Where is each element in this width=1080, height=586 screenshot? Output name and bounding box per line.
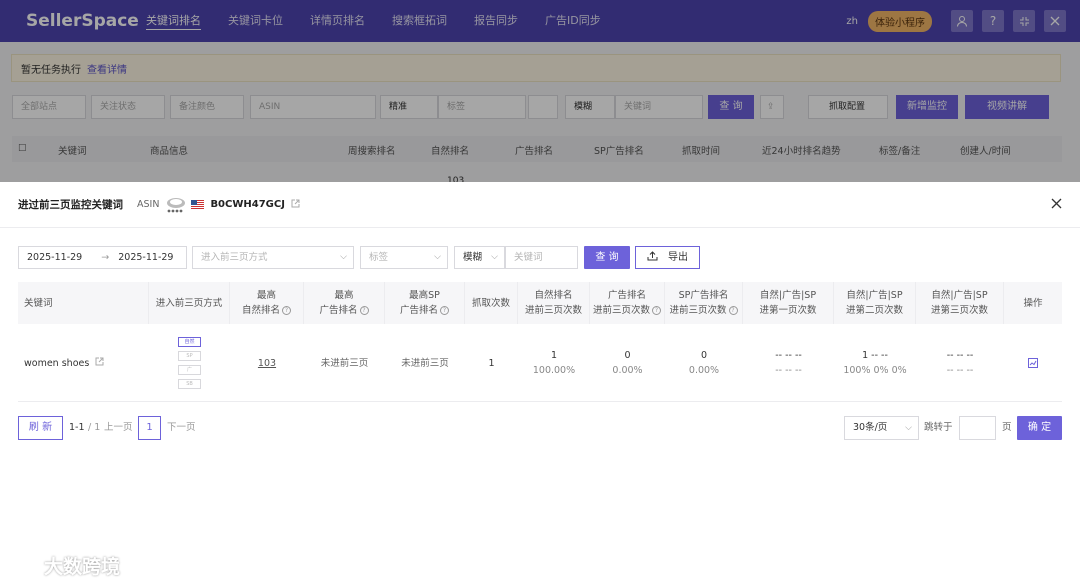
page-unit: 页	[1002, 422, 1012, 433]
best-sp-cell: 未进前三页	[401, 357, 449, 369]
next-page-button[interactable]: 下一页	[167, 416, 196, 440]
current-page-button[interactable]: 1	[138, 416, 161, 440]
col-sp-top3: SP广告排名 进前三页次数?	[665, 282, 743, 324]
col-ad-top3: 广告排名 进前三页次数?	[590, 282, 665, 324]
tag-placeholder: 标签	[369, 252, 389, 263]
external-link-icon[interactable]	[95, 357, 104, 366]
product-thumbnail	[167, 197, 186, 212]
crawl-count-cell: 1	[488, 357, 495, 369]
drawer-filter-bar: 2025-11-29 → 2025-11-29 进入前三页方式 ⌵ 标签 ⌵ 模…	[18, 246, 1068, 270]
drawer-match-select[interactable]: 模糊 ⌵	[454, 246, 505, 269]
tag-sb: SB	[178, 379, 201, 389]
ad-top3-cell: 0 0.00%	[612, 350, 643, 376]
tag-ad: 广	[178, 365, 201, 375]
actions-cell	[1004, 324, 1062, 402]
col-crawl-count: 抓取次数	[465, 282, 518, 324]
jump-label: 跳转于	[924, 422, 953, 433]
drawer-title: 进过前三页监控关键词	[18, 199, 123, 211]
upload-icon	[647, 251, 658, 261]
col-actions: 操作	[1023, 297, 1043, 309]
col-entry-method: 进入前三页方式	[149, 282, 230, 324]
page-range: 1-1	[69, 422, 85, 433]
chevron-down-icon: ⌵	[905, 423, 912, 433]
refresh-button[interactable]: 刷 新	[18, 416, 63, 440]
page3-cell: -- -- -- -- -- --	[946, 350, 974, 376]
export-label: 导出	[668, 252, 688, 263]
keyword-cell: women shoes	[18, 324, 149, 402]
date-range-picker[interactable]: 2025-11-29 → 2025-11-29	[18, 246, 187, 269]
trend-chart-icon[interactable]	[1028, 358, 1038, 368]
watermark: 大数跨境	[8, 552, 120, 579]
col-keyword: 关键词	[18, 282, 149, 324]
natural-top3-cell: 1 100.00%	[532, 350, 576, 376]
chevron-down-icon: ⌵	[434, 252, 441, 262]
col-best-natural: 最高 自然排名?	[230, 282, 304, 324]
keyword-text[interactable]: women shoes	[24, 358, 89, 369]
watermark-text: 大数跨境	[44, 556, 121, 578]
entry-method-cell: 自然 SP 广 SB	[149, 324, 230, 402]
col-best-sp: 最高SP 广告排名?	[385, 282, 465, 324]
help-icon: ?	[282, 306, 291, 315]
col-best-ad: 最高 广告排名?	[304, 282, 385, 324]
keyword-monitor-drawer: 进过前三页监控关键词 ASIN B0CWH47GCJ 2025-11-29 → …	[0, 182, 1080, 586]
chevron-down-icon: ⌵	[340, 252, 347, 262]
tag-natural: 自然	[178, 337, 201, 347]
entry-method-select[interactable]: 进入前三页方式 ⌵	[192, 246, 354, 269]
drawer-header: 进过前三页监控关键词 ASIN B0CWH47GCJ	[0, 182, 1080, 228]
date-end: 2025-11-29	[118, 252, 174, 263]
help-icon: ?	[652, 306, 661, 315]
external-link-icon[interactable]	[291, 199, 300, 211]
sp-top3-cell: 0 0.00%	[688, 350, 720, 376]
best-ad-cell: 未进前三页	[320, 357, 369, 369]
best-natural-cell: 103	[230, 324, 304, 402]
page-size-value: 30条/页	[853, 422, 888, 433]
page-size-select[interactable]: 30条/页 ⌵	[844, 416, 919, 440]
watermark-logo-icon	[9, 558, 42, 574]
date-arrow-icon: →	[101, 252, 110, 263]
col-natural-top3: 自然排名 进前三页次数	[518, 282, 590, 324]
help-icon: ?	[359, 306, 369, 315]
match-value: 模糊	[463, 252, 483, 263]
tag-sp: SP	[178, 351, 201, 361]
drawer-tag-select[interactable]: 标签 ⌵	[360, 246, 448, 269]
table-row: women shoes 自然 SP 广 SB 103 未进前三页 未进前三页 1…	[18, 324, 1062, 402]
col-page2: 自然|广告|SP 进第二页次数	[834, 282, 916, 324]
col-page1: 自然|广告|SP 进第一页次数	[743, 282, 834, 324]
page2-cell: 1 -- -- 100% 0% 0%	[843, 350, 907, 376]
prev-page-button[interactable]: 上一页	[104, 416, 133, 440]
us-flag-icon	[191, 200, 205, 209]
drawer-keyword-input[interactable]: 关键词	[505, 246, 578, 269]
page-total: / 1	[88, 422, 101, 433]
chevron-down-icon: ⌵	[491, 252, 498, 262]
date-start: 2025-11-29	[27, 252, 83, 263]
page1-cell: -- -- -- -- -- --	[775, 350, 802, 376]
close-drawer-icon[interactable]	[1051, 196, 1062, 212]
col-page3: 自然|广告|SP 进第三页次数	[916, 282, 1004, 324]
pagination-bar: 刷 新 1-1 / 1 上一页 1 下一页 30条/页 ⌵ 跳转于 页 确 定	[18, 416, 1062, 440]
export-button[interactable]: 导出	[635, 246, 700, 269]
help-icon: ?	[728, 306, 738, 315]
drawer-query-button[interactable]: 查 询	[584, 246, 630, 269]
jump-page-input[interactable]	[959, 416, 996, 440]
jump-confirm-button[interactable]: 确 定	[1017, 416, 1062, 440]
asin-value[interactable]: B0CWH47GCJ	[210, 199, 285, 210]
keyword-table: 关键词 进入前三页方式 最高 自然排名? 最高 广告排名? 最高SP 广告排名? 抓取…	[18, 282, 1062, 402]
entry-method-placeholder: 进入前三页方式	[201, 252, 268, 263]
asin-label: ASIN	[137, 199, 160, 210]
best-natural-link[interactable]: 103	[258, 356, 276, 371]
table-header: 关键词 进入前三页方式 最高 自然排名? 最高 广告排名? 最高SP 广告排名? 抓取…	[18, 282, 1062, 324]
help-icon: ?	[440, 306, 449, 315]
